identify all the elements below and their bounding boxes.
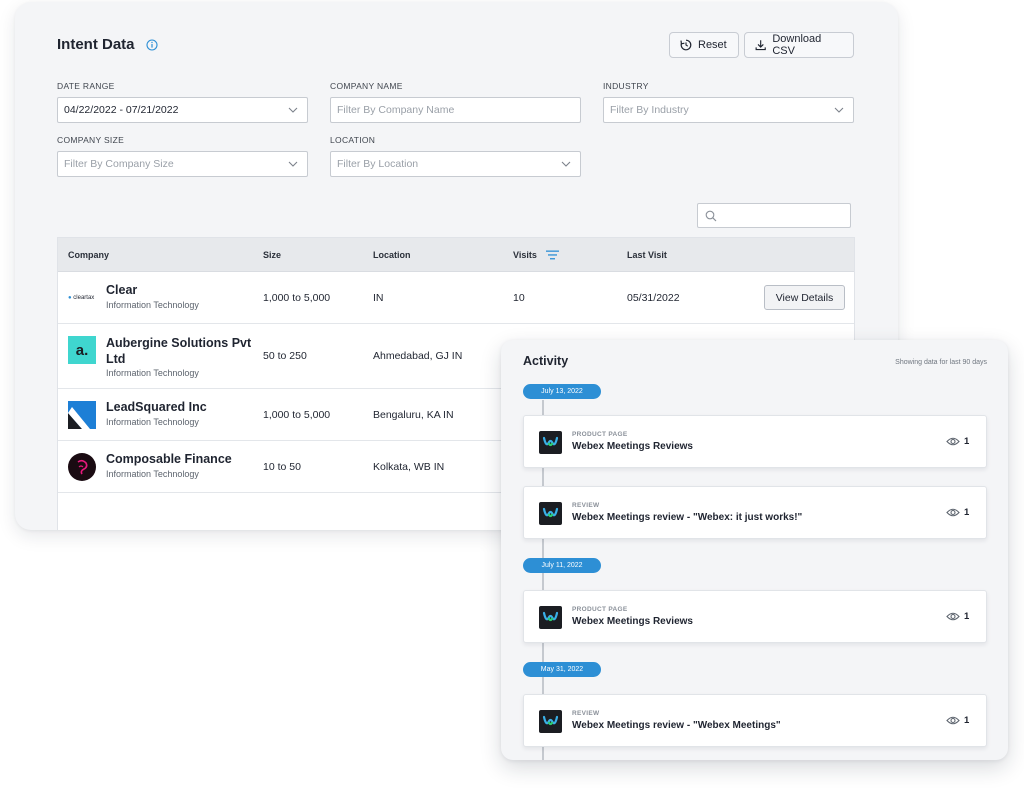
company-industry: Information Technology bbox=[106, 469, 199, 479]
company-location: Kolkata, WB IN bbox=[373, 461, 445, 473]
company-last-visit: 05/31/2022 bbox=[627, 292, 680, 304]
view-details-button[interactable]: View Details bbox=[764, 285, 845, 310]
download-icon bbox=[755, 40, 766, 51]
webex-icon bbox=[539, 710, 562, 733]
company-industry: Information Technology bbox=[106, 368, 199, 378]
company-name-placeholder: Filter By Company Name bbox=[337, 104, 455, 116]
activity-card[interactable]: REVIEW Webex Meetings review - "Webex: i… bbox=[523, 486, 987, 539]
company-industry: Information Technology bbox=[106, 300, 199, 310]
view-count: 1 bbox=[964, 507, 970, 518]
company-name: LeadSquared Inc bbox=[106, 400, 207, 414]
page-title: Intent Data bbox=[57, 36, 135, 53]
location-label: LOCATION bbox=[330, 135, 376, 145]
company-location: IN bbox=[373, 292, 384, 304]
sort-icon[interactable] bbox=[546, 250, 559, 260]
table-header: Company Size Location Visits Last Visit bbox=[58, 238, 854, 272]
activity-panel: Activity Showing data for last 90 days J… bbox=[501, 340, 1008, 760]
reset-icon bbox=[680, 39, 692, 51]
download-csv-button[interactable]: Download CSV bbox=[744, 32, 854, 58]
webex-icon bbox=[539, 431, 562, 454]
activity-title-text: Webex Meetings review - "Webex: it just … bbox=[572, 512, 803, 523]
header-location[interactable]: Location bbox=[373, 250, 411, 260]
company-size: 1,000 to 5,000 bbox=[263, 292, 331, 304]
header-size[interactable]: Size bbox=[263, 250, 281, 260]
company-location: Ahmedabad, GJ IN bbox=[373, 350, 463, 362]
leadsquared-logo bbox=[68, 401, 96, 429]
date-range-value: 04/22/2022 - 07/21/2022 bbox=[64, 104, 179, 116]
chevron-down-icon bbox=[834, 107, 844, 113]
eye-icon bbox=[946, 612, 960, 621]
company-name: Clear bbox=[106, 283, 138, 297]
activity-card[interactable]: PRODUCT PAGE Webex Meetings Reviews 1 bbox=[523, 590, 987, 643]
download-label: Download CSV bbox=[772, 33, 822, 57]
header-visits[interactable]: Visits bbox=[513, 250, 537, 260]
activity-kind: PRODUCT PAGE bbox=[572, 606, 628, 613]
aubergine-logo: a. bbox=[68, 336, 96, 364]
activity-note: Showing data for last 90 days bbox=[895, 359, 987, 366]
header-company[interactable]: Company bbox=[68, 250, 109, 260]
activity-card[interactable]: REVIEW Webex Meetings review - "Webex Me… bbox=[523, 694, 987, 747]
location-select[interactable]: Filter By Location bbox=[330, 151, 581, 177]
activity-kind: REVIEW bbox=[572, 710, 600, 717]
activity-title-text: Webex Meetings review - "Webex Meetings" bbox=[572, 720, 781, 731]
eye-icon bbox=[946, 716, 960, 725]
date-range-label: DATE RANGE bbox=[57, 81, 115, 91]
date-badge: July 11, 2022 bbox=[523, 558, 601, 573]
industry-label: INDUSTRY bbox=[603, 81, 649, 91]
industry-placeholder: Filter By Industry bbox=[610, 104, 689, 116]
company-size: 1,000 to 5,000 bbox=[263, 409, 331, 421]
company-name-input[interactable]: Filter By Company Name bbox=[330, 97, 581, 123]
industry-select[interactable]: Filter By Industry bbox=[603, 97, 854, 123]
activity-title-text: Webex Meetings Reviews bbox=[572, 441, 693, 452]
company-size: 10 to 50 bbox=[263, 461, 301, 473]
eye-icon bbox=[946, 437, 960, 446]
activity-title: Activity bbox=[523, 354, 569, 368]
company-size-select[interactable]: Filter By Company Size bbox=[57, 151, 308, 177]
company-size-placeholder: Filter By Company Size bbox=[64, 158, 174, 170]
webex-icon bbox=[539, 606, 562, 629]
date-range-select[interactable]: 04/22/2022 - 07/21/2022 bbox=[57, 97, 308, 123]
header-last-visit[interactable]: Last Visit bbox=[627, 250, 667, 260]
location-placeholder: Filter By Location bbox=[337, 158, 419, 170]
company-name-label: COMPANY NAME bbox=[330, 81, 403, 91]
view-count: 1 bbox=[964, 611, 970, 622]
chevron-down-icon bbox=[288, 161, 298, 167]
reset-label: Reset bbox=[698, 39, 727, 51]
chevron-down-icon bbox=[288, 107, 298, 113]
company-industry: Information Technology bbox=[106, 417, 199, 427]
company-size: 50 to 250 bbox=[263, 350, 307, 362]
cleartax-logo-text: cleartax bbox=[73, 295, 95, 301]
cleartax-logo: ● cleartax bbox=[68, 295, 95, 301]
chevron-down-icon bbox=[561, 161, 571, 167]
eye-icon bbox=[946, 508, 960, 517]
activity-kind: PRODUCT PAGE bbox=[572, 431, 628, 438]
view-count: 1 bbox=[964, 436, 970, 447]
composable-logo bbox=[68, 453, 96, 481]
activity-title-text: Webex Meetings Reviews bbox=[572, 616, 693, 627]
activity-card[interactable]: PRODUCT PAGE Webex Meetings Reviews 1 bbox=[523, 415, 987, 468]
table-row[interactable]: ● cleartax Clear Information Technology … bbox=[58, 272, 854, 324]
search-icon bbox=[705, 210, 717, 222]
company-size-label: COMPANY SIZE bbox=[57, 135, 125, 145]
aubergine-logo-text: a. bbox=[75, 341, 89, 359]
view-count: 1 bbox=[964, 715, 970, 726]
table-search-input[interactable] bbox=[697, 203, 851, 228]
webex-icon bbox=[539, 502, 562, 525]
date-badge: July 13, 2022 bbox=[523, 384, 601, 399]
info-icon[interactable] bbox=[146, 39, 158, 51]
date-badge: May 31, 2022 bbox=[523, 662, 601, 677]
company-name: Aubergine Solutions Pvt Ltd bbox=[106, 336, 252, 366]
company-name: Composable Finance bbox=[106, 452, 232, 466]
activity-kind: REVIEW bbox=[572, 502, 600, 509]
reset-button[interactable]: Reset bbox=[669, 32, 739, 58]
company-visits: 10 bbox=[513, 292, 525, 304]
company-location: Bengaluru, KA IN bbox=[373, 409, 454, 421]
